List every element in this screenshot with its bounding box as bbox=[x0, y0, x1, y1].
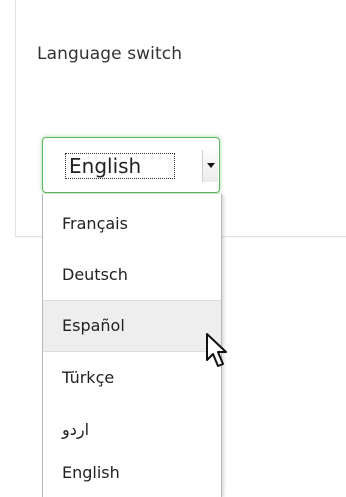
panel-title: Language switch bbox=[37, 44, 183, 64]
option-turkce[interactable]: Türkçe bbox=[43, 352, 221, 404]
mouse-pointer-icon bbox=[206, 333, 227, 367]
language-options-list: Français Deutsch Español Türkçe اردو Eng… bbox=[42, 194, 222, 497]
select-dropdown-button[interactable] bbox=[202, 150, 218, 182]
option-francais[interactable]: Français bbox=[43, 198, 221, 250]
language-select[interactable]: English bbox=[62, 150, 219, 182]
option-espanol[interactable]: Español bbox=[43, 300, 221, 352]
option-deutsch[interactable]: Deutsch bbox=[43, 249, 221, 301]
page: Language switch English Français Deutsch… bbox=[0, 0, 346, 497]
language-select-wrapper: English bbox=[42, 137, 220, 193]
chevron-down-icon bbox=[207, 163, 215, 168]
option-english[interactable]: English bbox=[43, 447, 221, 497]
selected-language: English bbox=[65, 153, 175, 179]
